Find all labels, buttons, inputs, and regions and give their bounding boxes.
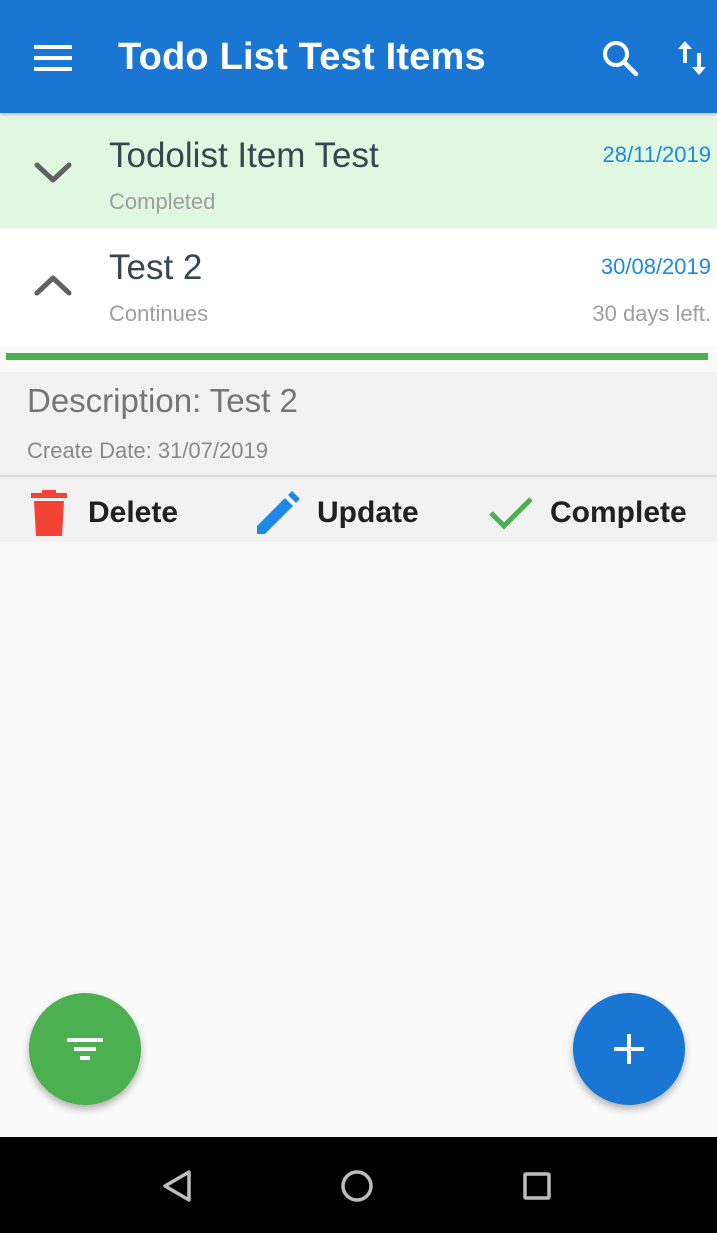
- filter-icon: [67, 1038, 103, 1060]
- chevron-down-icon: [34, 162, 72, 183]
- collapse-button[interactable]: [28, 260, 78, 310]
- update-label: Update: [317, 496, 419, 529]
- sort-icon: [678, 41, 706, 75]
- progress-bar: [6, 353, 708, 360]
- check-icon: [488, 488, 534, 538]
- menu-button[interactable]: [22, 30, 84, 86]
- nav-home-button[interactable]: [332, 1161, 382, 1211]
- item-description: Description: Test 2: [27, 382, 298, 419]
- update-button[interactable]: Update: [255, 484, 419, 542]
- item-status: Continues: [109, 301, 209, 326]
- complete-button[interactable]: Complete: [488, 484, 687, 542]
- page-title: Todo List Test Items: [118, 36, 486, 78]
- delete-label: Delete: [88, 496, 179, 529]
- item-title: Test 2: [109, 248, 203, 287]
- nav-back-button[interactable]: [152, 1161, 202, 1211]
- chevron-up-icon: [34, 275, 72, 296]
- item-date: 30/08/2019: [600, 254, 711, 279]
- home-circle-icon: [341, 1170, 373, 1202]
- back-triangle-icon: [163, 1170, 191, 1202]
- search-button[interactable]: [596, 34, 644, 82]
- menu-icon: [34, 45, 72, 71]
- add-button[interactable]: [573, 993, 685, 1105]
- trash-icon: [26, 488, 72, 538]
- item-date: 28/11/2019: [602, 142, 711, 167]
- system-nav-bar: [0, 1137, 717, 1233]
- search-icon: [603, 41, 639, 77]
- pencil-icon: [255, 488, 301, 538]
- sort-button[interactable]: [668, 34, 716, 82]
- progress-fill: [6, 353, 708, 360]
- app-bar: Todo List Test Items: [0, 0, 717, 113]
- expand-button[interactable]: [28, 148, 78, 198]
- list-item[interactable]: Todolist Item Test Completed 28/11/2019: [0, 118, 717, 228]
- item-title: Todolist Item Test: [109, 136, 379, 175]
- complete-label: Complete: [550, 496, 687, 529]
- create-date: Create Date: 31/07/2019: [27, 438, 268, 463]
- divider: [0, 475, 717, 477]
- filter-button[interactable]: [29, 993, 141, 1105]
- item-details: Description: Test 2 Create Date: 31/07/2…: [0, 372, 717, 542]
- days-left: 30 days left.: [592, 301, 711, 326]
- recents-square-icon: [523, 1172, 551, 1200]
- list-item[interactable]: Test 2 Continues 30/08/2019 30 days left…: [0, 230, 717, 346]
- delete-button[interactable]: Delete: [26, 484, 178, 542]
- add-icon: [614, 1034, 644, 1064]
- item-status: Completed: [109, 189, 216, 214]
- nav-recents-button[interactable]: [512, 1161, 562, 1211]
